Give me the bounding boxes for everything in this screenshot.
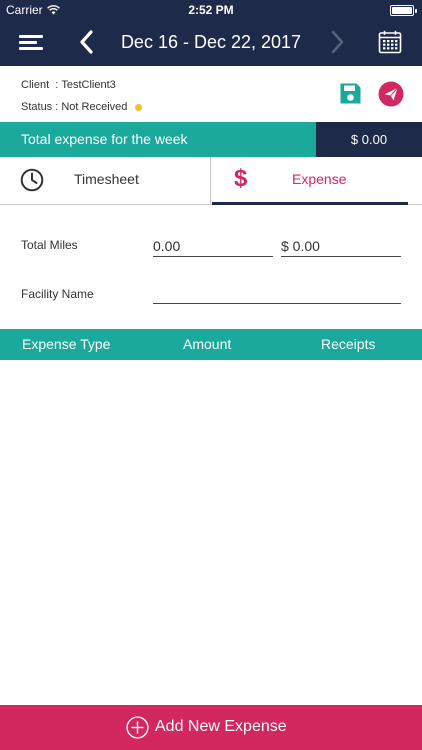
tab-expense[interactable]: $ Expense	[212, 157, 408, 205]
chevron-left-icon[interactable]	[76, 29, 98, 55]
expense-table-header: Expense Type Amount Receipts	[0, 329, 422, 360]
weekly-total-label: Total expense for the week	[0, 122, 316, 157]
week-range-title: Dec 16 - Dec 22, 2017	[120, 32, 302, 52]
facility-name-input[interactable]	[153, 284, 401, 304]
dollar-icon: $	[234, 165, 248, 192]
nav-bar: Dec 16 - Dec 22, 2017	[0, 20, 422, 66]
client-value: TestClient3	[61, 79, 116, 91]
battery-icon	[390, 5, 417, 16]
plus-circle-icon	[126, 716, 149, 739]
send-icon[interactable]	[378, 81, 404, 107]
chevron-right-icon[interactable]	[326, 29, 348, 55]
tab-expense-label: Expense	[292, 171, 347, 187]
client-label: Client	[21, 79, 50, 91]
client-line: Client : TestClient3	[21, 79, 116, 91]
column-amount: Amount	[183, 336, 232, 352]
status-line: Status : Not Received	[21, 101, 143, 113]
weekly-total-banner: Total expense for the week $ 0.00	[0, 122, 422, 157]
save-icon[interactable]	[339, 82, 362, 105]
status-dot	[135, 103, 143, 111]
tab-timesheet[interactable]: Timesheet	[0, 157, 211, 204]
clock-icon	[20, 168, 44, 192]
add-new-expense-label: Add New Expense	[155, 718, 287, 735]
tab-timesheet-label: Timesheet	[74, 171, 139, 187]
status-time: 2:52 PM	[188, 3, 234, 17]
add-new-expense-button[interactable]: Add New Expense	[0, 705, 422, 750]
facility-name-label: Facility Name	[21, 287, 94, 301]
calendar-icon[interactable]	[378, 30, 402, 54]
column-receipts: Receipts	[321, 336, 376, 352]
menu-icon[interactable]	[19, 32, 43, 52]
status-label: Status	[21, 101, 53, 113]
client-info: Client : TestClient3 Status : Not Receiv…	[0, 66, 422, 122]
weekly-total-amount: $ 0.00	[316, 122, 422, 157]
miles-amount-input[interactable]: $ 0.00	[281, 237, 401, 257]
column-expense-type: Expense Type	[22, 336, 111, 352]
miles-input[interactable]: 0.00	[153, 237, 273, 257]
total-miles-label: Total Miles	[21, 238, 78, 252]
tab-selected-indicator	[212, 202, 408, 205]
status-bar: Carrier 2:52 PM	[0, 0, 422, 20]
status-value: Not Received	[61, 101, 128, 113]
tab-bar: Timesheet $ Expense	[0, 157, 422, 205]
